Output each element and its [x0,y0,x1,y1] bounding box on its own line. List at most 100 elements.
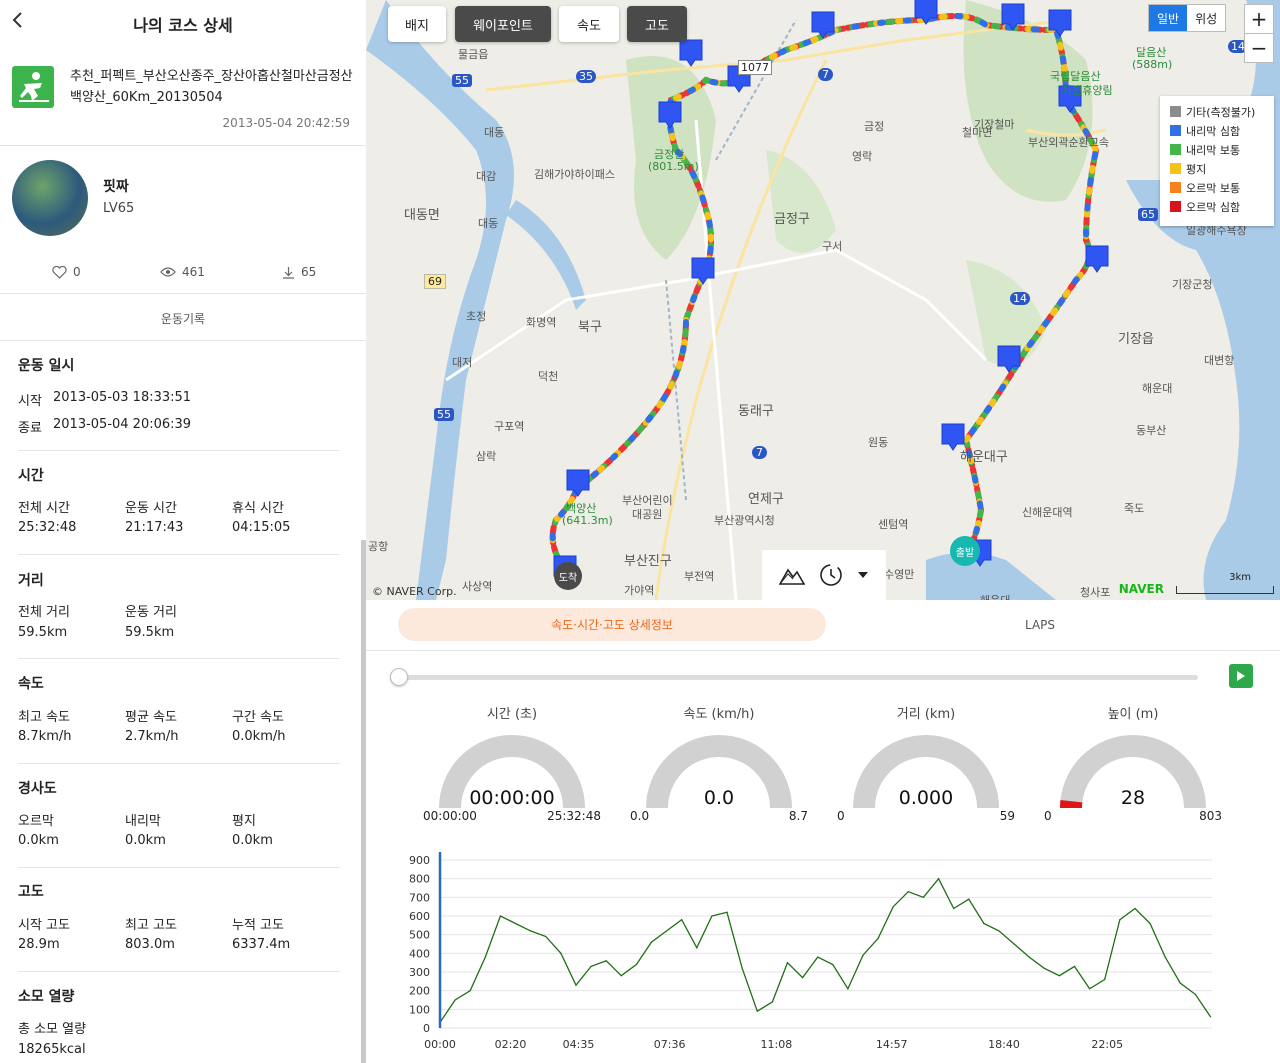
rest-time: 04:15:05 [232,520,291,535]
course-name: 추천_퍼펙트_부산오산종주_장산아홉산철마산금정산백양산_60Km_201305… [70,69,353,105]
slope-legend: 기타(측정불가) 내리막 심함 내리막 보통 평지 오르막 보통 오르막 심함 [1160,96,1274,226]
map-label: 기장군청 [1172,278,1213,291]
map-label: 해운대구 [960,450,1008,465]
naver-logo: NAVER [1118,582,1164,596]
map-label: 수영만 [884,568,915,581]
end-label: 종료 [18,421,42,436]
altitude-button[interactable]: 고도 [627,6,687,42]
mountain-icon[interactable] [779,564,805,586]
start-altitude-label: 시작 고도 [18,918,70,933]
map-label: 동래구 [738,404,774,419]
map-label: 청사포 [1080,586,1111,599]
altitude-line [439,877,1212,1023]
altitude-point [771,1001,773,1003]
map-type-satellite[interactable]: 위성 [1187,5,1225,31]
y-tick-label: 400 [409,947,430,960]
road-shield: 7 [752,446,767,459]
flat-value: 0.0km [232,833,273,848]
map-scale-label: 3km [1229,572,1251,583]
panel-scrollbar[interactable] [361,540,366,1063]
tab-detail[interactable]: 속도·시간·고도 상세정보 [398,608,826,641]
altitude-point [756,1010,758,1012]
speed-button[interactable]: 속도 [559,6,619,42]
altitude-point [1179,982,1181,984]
map-label: (641.3m) [562,514,613,527]
divider [0,145,366,146]
like-count: 0 [73,265,81,279]
map-type-toggle[interactable]: 일반 위성 [1148,4,1227,32]
max-altitude: 803.0m [125,937,175,952]
finish-marker[interactable]: 도착 [554,562,582,590]
exercise-distance: 59.5km [125,625,175,640]
altitude-point [605,960,607,962]
gauge-max: 8.7 [788,809,808,823]
map-label: 부산외곽순환고속 [1028,136,1109,149]
exercise-time: 21:17:43 [125,520,184,535]
legend-label: 내리막 보통 [1186,143,1241,157]
map-label: (801.5m) [648,160,699,173]
legend-swatch [1170,144,1181,155]
altitude-point [454,999,456,1001]
gauge-title: 시간 (초) [486,707,538,722]
cumulative-altitude: 6337.4m [232,937,291,952]
altitude-point [968,898,970,900]
gauge-min: 0 [837,809,845,823]
route-map[interactable]: 물금읍 대동 대감 김해가야하이패스 대동면 대동 금정산 (801.5m) 금… [366,0,1280,600]
timeline-slider-handle[interactable] [390,668,408,686]
end-time: 2013-05-04 20:06:39 [53,417,192,432]
altitude-point [575,984,577,986]
map-copyright: © NAVER Corp. [372,585,457,598]
altitude-point [1028,956,1030,958]
zoom-out-button[interactable]: − [1244,33,1274,63]
gauge-min: 00:00:00 [423,809,477,823]
divider [18,867,340,868]
start-altitude: 28.9m [18,937,60,952]
record-tab[interactable]: 운동기록 [0,310,366,327]
avatar[interactable] [12,160,88,236]
dropdown-icon[interactable] [857,571,869,579]
avg-speed-label: 평균 속도 [125,710,177,725]
gauge-value: 0.000 [898,787,954,809]
user-level: LV65 [103,201,135,216]
map-label: 부산광역시청 [714,514,775,527]
start-marker[interactable]: 출발 [950,536,980,566]
cumulative-altitude-label: 누적 고도 [232,918,284,933]
play-button[interactable] [1229,664,1253,688]
badge-button[interactable]: 배지 [388,6,446,42]
eye-icon [160,267,176,277]
map-label: 물금읍 [458,48,489,61]
map-label: 대감 [476,170,497,183]
calories-label: 총 소모 열량 [18,1022,87,1037]
download-stat[interactable]: 65 [282,265,316,279]
y-tick-label: 900 [409,854,430,867]
legend-item: 오르막 심함 [1170,197,1264,216]
max-altitude-label: 최고 고도 [125,918,177,933]
gauge-value: 28 [1120,787,1146,809]
timeline-slider[interactable] [398,675,1198,680]
divider [18,971,340,972]
altitude-point [711,915,713,917]
divider [0,340,366,341]
zoom-in-button[interactable]: + [1244,4,1274,34]
y-tick-label: 700 [409,891,430,904]
altitude-point [1194,993,1196,995]
altitude-point [666,930,668,932]
map-type-normal[interactable]: 일반 [1149,5,1188,31]
altitude-point [786,962,789,964]
altitude-point [545,935,547,938]
clock-icon[interactable] [819,563,843,587]
gauge-min: 0 [1044,809,1052,823]
altitude-point [998,930,1000,932]
altitude-chart: 0 100 200 300 400 500 600 700 800 900 00:00 02:20 04… [409,852,1212,1051]
legend-item: 내리막 심함 [1170,121,1264,140]
like-stat[interactable]: 0 [52,265,81,279]
waypoint-button[interactable]: 웨이포인트 [455,6,551,42]
altitude-point [560,952,562,954]
section-title-datetime: 운동 일시 [18,358,75,374]
legend-swatch [1170,125,1181,136]
altitude-point [620,975,622,977]
road-shield: 55 [434,408,454,421]
legend-label: 기타(측정불가) [1186,105,1256,119]
map-label: 자연휴양림 [1062,84,1113,97]
tab-laps[interactable]: LAPS [1000,608,1080,641]
